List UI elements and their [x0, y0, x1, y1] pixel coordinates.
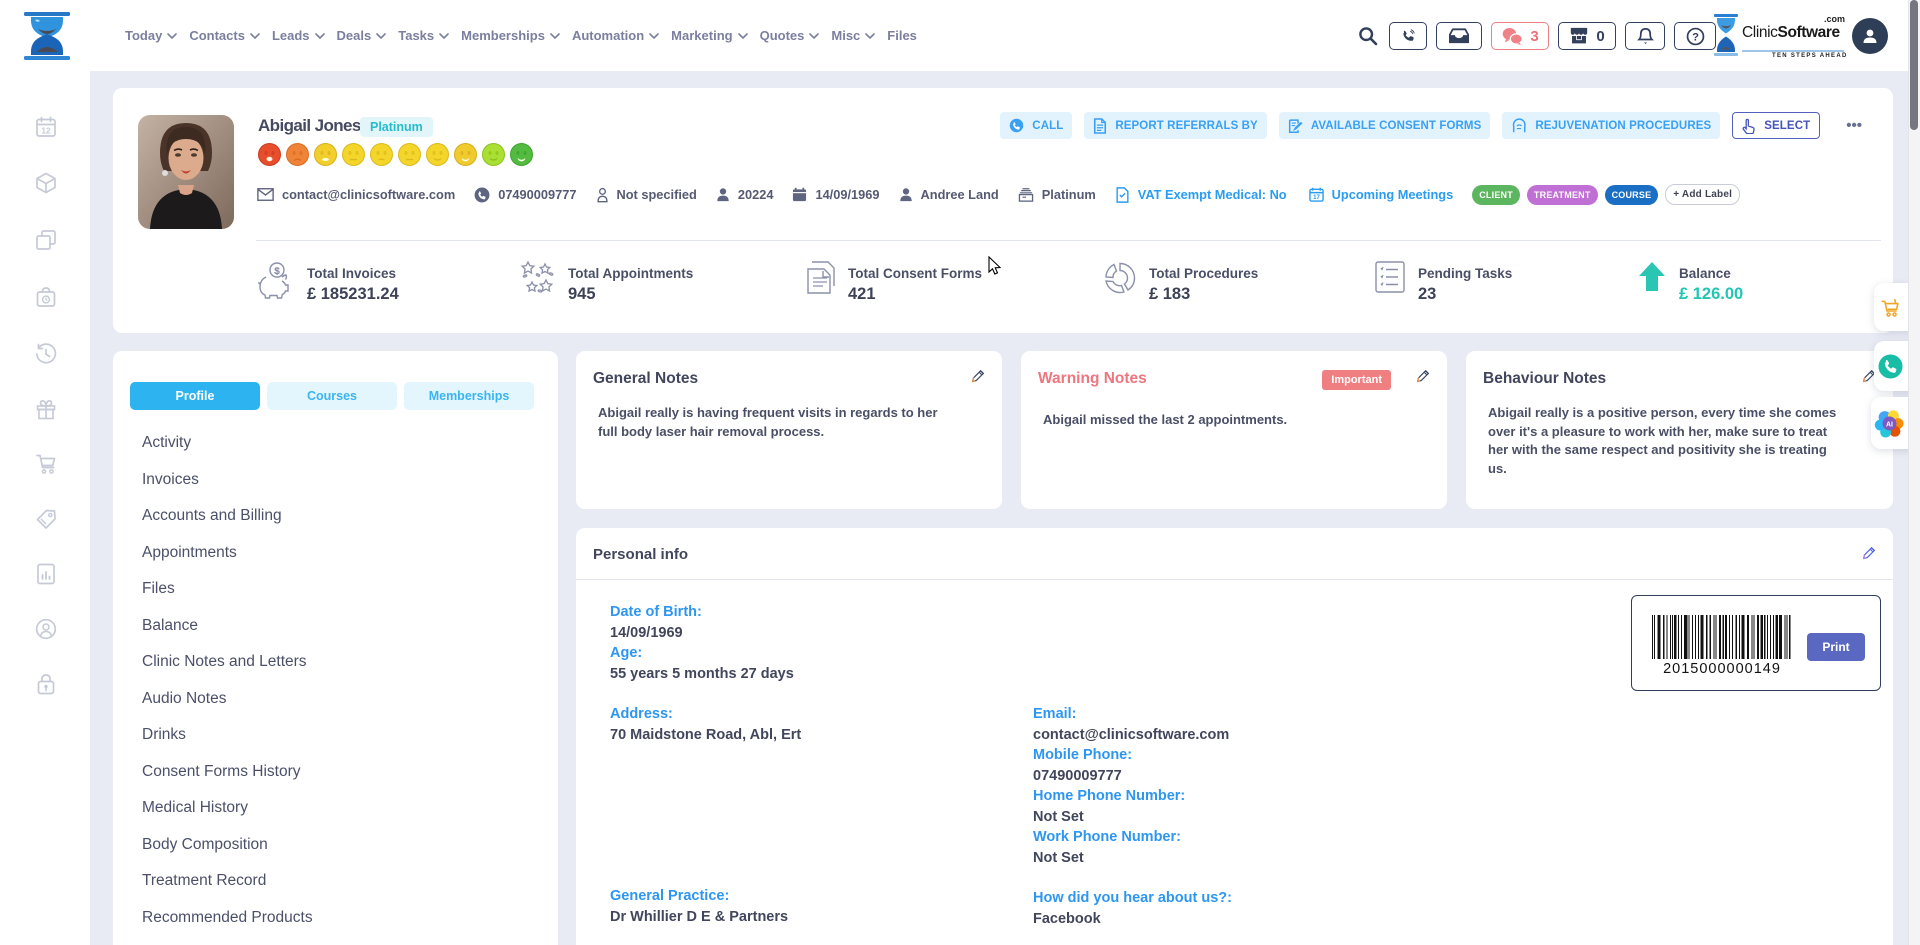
svg-text:$: $	[274, 266, 280, 277]
svg-text:?: ?	[1692, 31, 1699, 43]
svg-text:AI: AI	[1886, 421, 1893, 428]
svg-text:12: 12	[42, 127, 51, 136]
svg-text:17: 17	[1313, 194, 1320, 201]
